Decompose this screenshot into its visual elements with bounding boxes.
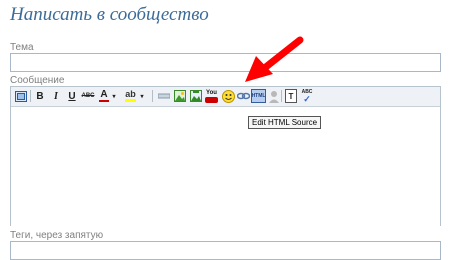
html-source-button[interactable]: HTML xyxy=(251,89,266,103)
highlight-bar xyxy=(125,99,136,102)
tags-input[interactable] xyxy=(10,241,441,260)
fullscreen-icon[interactable] xyxy=(14,89,28,103)
insert-image-icon[interactable] xyxy=(173,89,187,103)
red-arrow-icon xyxy=(245,36,304,82)
spellcheck-button[interactable]: ABC ✓ xyxy=(300,89,314,103)
smiley-icon[interactable] xyxy=(221,89,235,103)
toolbar-separator xyxy=(152,90,153,102)
message-textarea[interactable] xyxy=(11,107,440,226)
plain-text-button[interactable]: T xyxy=(285,89,297,103)
youtube-button[interactable]: You xyxy=(205,89,218,103)
horizontal-rule-icon[interactable] xyxy=(157,89,171,103)
youtube-icon-tube xyxy=(205,96,218,103)
tooltip: Edit HTML Source xyxy=(248,116,322,129)
highlight-icon: ab xyxy=(125,89,136,99)
topic-input[interactable] xyxy=(10,53,441,72)
font-color-icon: A xyxy=(100,89,108,100)
tags-label: Теги, через запятую xyxy=(10,230,104,241)
underline-button[interactable]: U xyxy=(65,89,79,103)
font-color-bar xyxy=(99,100,109,102)
italic-button[interactable]: I xyxy=(49,89,63,103)
toolbar-separator xyxy=(281,90,282,102)
font-color-button[interactable]: A xyxy=(98,89,110,103)
insert-image-alt-icon[interactable] xyxy=(189,89,203,103)
font-color-dropdown[interactable]: ▾ xyxy=(110,89,118,103)
bold-button[interactable]: B xyxy=(33,89,47,103)
toolbar-separator xyxy=(30,90,31,102)
user-icon[interactable] xyxy=(267,89,281,103)
spellcheck-check: ✓ xyxy=(303,93,311,104)
youtube-icon: You xyxy=(206,89,217,96)
editor-toolbar: B I U ABC A ▾ ab ▾ You HTML T ABC ✓ xyxy=(11,87,440,107)
strikethrough-button[interactable]: ABC xyxy=(80,89,96,103)
link-icon[interactable] xyxy=(236,89,250,103)
topic-label: Тема xyxy=(10,42,34,53)
highlight-dropdown[interactable]: ▾ xyxy=(138,89,146,103)
page-title: Написать в сообщество xyxy=(10,4,209,25)
message-editor: B I U ABC A ▾ ab ▾ You HTML T ABC ✓ xyxy=(10,86,441,226)
message-label: Сообщение xyxy=(10,75,65,86)
highlight-button[interactable]: ab xyxy=(124,89,137,103)
